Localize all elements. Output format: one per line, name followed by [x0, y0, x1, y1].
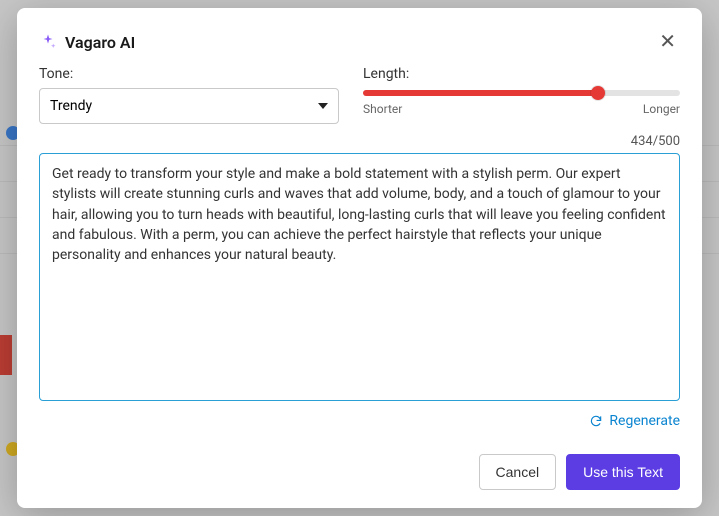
length-slider-fill [363, 90, 598, 96]
character-counter: 434/500 [39, 134, 680, 149]
length-label: Length: [363, 66, 680, 82]
sparkle-icon [39, 33, 57, 51]
cancel-button[interactable]: Cancel [479, 454, 557, 490]
chevron-down-icon [318, 103, 328, 109]
regenerate-button[interactable]: Regenerate [589, 413, 680, 429]
regenerate-label: Regenerate [609, 413, 680, 429]
close-button[interactable]: ✕ [655, 28, 680, 56]
close-icon: ✕ [659, 31, 676, 53]
refresh-icon [589, 414, 603, 428]
tone-selected-value: Trendy [50, 98, 92, 114]
tone-label: Tone: [39, 66, 339, 82]
modal-title: Vagaro AI [65, 33, 135, 52]
vagaro-ai-modal: Vagaro AI ✕ Tone: Trendy Length: Shorter… [17, 8, 702, 508]
length-longer-label: Longer [643, 102, 680, 116]
length-shorter-label: Shorter [363, 102, 402, 116]
generated-text-area[interactable]: Get ready to transform your style and ma… [39, 153, 680, 401]
tone-select[interactable]: Trendy [39, 88, 339, 124]
length-slider[interactable] [363, 90, 680, 96]
length-slider-thumb[interactable] [591, 86, 605, 100]
use-this-text-button[interactable]: Use this Text [566, 454, 680, 490]
